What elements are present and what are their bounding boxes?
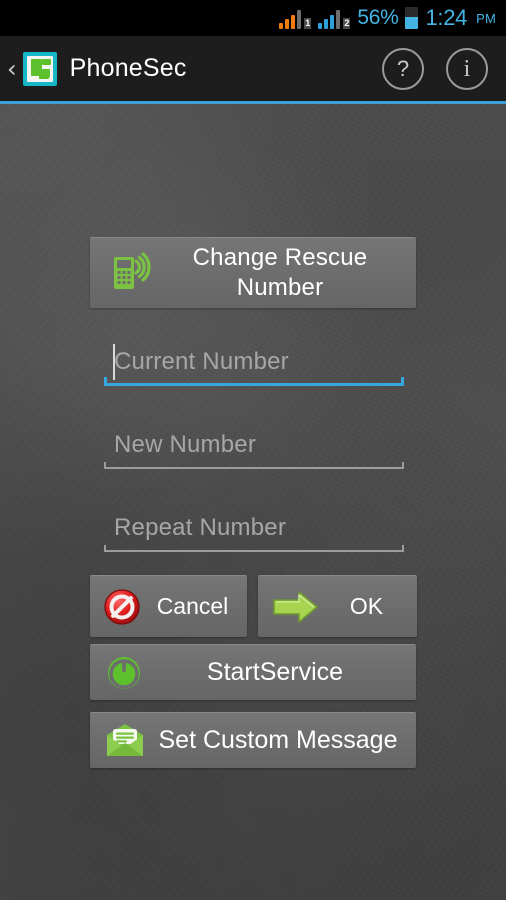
phone-screen: 1 2 56% 1:24 PM ‹ PhoneSec ? i Change Re…	[0, 0, 506, 900]
new-number-underline	[104, 462, 404, 469]
new-number-input[interactable]: New Number	[104, 423, 404, 469]
new-number-placeholder: New Number	[114, 431, 257, 458]
back-chevron-icon[interactable]: ‹	[0, 57, 23, 81]
repeat-number-input[interactable]: Repeat Number	[104, 506, 404, 552]
info-icon[interactable]: i	[446, 47, 488, 90]
current-number-underline	[104, 377, 404, 386]
phone-signal-icon	[106, 250, 152, 296]
clock-time: 1:24	[425, 5, 468, 30]
main-content: Change Rescue Number Current Number New …	[0, 104, 506, 900]
status-bar: 1 2 56% 1:24 PM	[0, 0, 506, 36]
page-title: PhoneSec	[69, 54, 187, 82]
envelope-message-icon	[104, 722, 146, 760]
start-service-button[interactable]: StartService	[90, 644, 416, 700]
signal-bars-icon-sim2: 2	[318, 8, 351, 29]
ok-button-label: OK	[349, 593, 384, 619]
cancel-button-label: Cancel	[156, 593, 229, 619]
power-icon	[104, 653, 144, 693]
arrow-right-icon	[270, 587, 322, 627]
change-rescue-number-label-line2: Number	[236, 274, 324, 301]
change-rescue-number-button[interactable]: Change Rescue Number	[90, 237, 416, 308]
current-number-input[interactable]: Current Number	[104, 340, 404, 386]
current-number-placeholder: Current Number	[114, 348, 289, 375]
battery-percent-label: 56%	[357, 6, 399, 29]
repeat-number-underline	[104, 545, 404, 552]
help-icon[interactable]: ?	[382, 47, 424, 90]
ok-button[interactable]: OK	[258, 575, 417, 637]
cancel-button[interactable]: Cancel	[90, 575, 247, 637]
prohibition-icon	[100, 585, 144, 629]
action-bar: ‹ PhoneSec ? i	[0, 36, 506, 101]
action-bar-divider	[0, 101, 506, 104]
battery-icon	[405, 7, 419, 29]
change-rescue-number-label-line1: Change Rescue	[192, 244, 368, 271]
sim2-label: 2	[343, 17, 351, 29]
phonesec-app-icon[interactable]	[22, 51, 57, 86]
set-custom-message-button-label: Set Custom Message	[158, 726, 398, 754]
set-custom-message-button[interactable]: Set Custom Message	[90, 712, 416, 768]
signal-bars-icon-sim1: 1	[279, 8, 312, 29]
change-rescue-number-label: Change Rescue Number	[152, 243, 416, 303]
sim1-label: 1	[304, 17, 312, 29]
clock-ampm: PM	[476, 10, 496, 26]
start-service-button-label: StartService	[206, 658, 344, 686]
repeat-number-placeholder: Repeat Number	[114, 514, 287, 541]
